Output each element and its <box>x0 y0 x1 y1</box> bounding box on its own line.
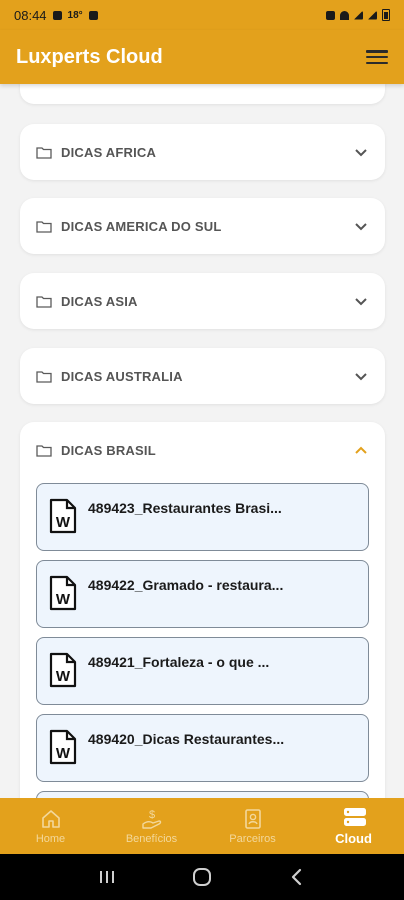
file-name: 489421_Fortaleza - o que ... <box>88 654 270 670</box>
folder-icon <box>36 444 52 457</box>
bottom-navigation: Home $ Benefícios Parceiros Cloud <box>0 798 404 854</box>
folder-label: DICAS ASIA <box>61 293 138 309</box>
word-document-icon: W <box>49 575 77 611</box>
folder-list[interactable]: DICAS AFRICA DICAS AMERICA DO SUL DICAS … <box>0 84 404 798</box>
cloud-server-icon <box>343 806 366 828</box>
file-item-partial[interactable] <box>36 791 369 798</box>
app-title: Luxperts Cloud <box>16 45 163 68</box>
file-name: 489423_Restaurantes Brasi... <box>88 500 282 516</box>
chevron-down-icon[interactable] <box>353 218 369 234</box>
nav-item-cloud[interactable]: Cloud <box>303 798 404 854</box>
status-time: 08:44 <box>14 7 47 23</box>
partners-icon <box>242 808 264 830</box>
folder-header[interactable]: DICAS AMERICA DO SUL <box>20 198 385 254</box>
signal-icon-2 <box>368 10 377 20</box>
folder-card-asia[interactable]: DICAS ASIA <box>20 273 385 329</box>
folder-label: DICAS AFRICA <box>61 144 157 160</box>
folder-card-australia[interactable]: DICAS AUSTRALIA <box>20 348 385 404</box>
status-temperature: 18° <box>67 9 83 21</box>
folder-header[interactable]: DICAS ASIA <box>20 273 385 329</box>
chevron-down-icon[interactable] <box>353 144 369 160</box>
alarm-icon <box>326 10 335 20</box>
file-item[interactable]: W 489421_Fortaleza - o que ... <box>36 637 369 705</box>
nav-item-home[interactable]: Home <box>0 798 101 854</box>
status-bar: 08:44 18° <box>0 0 404 30</box>
wifi-icon <box>340 10 349 20</box>
notification-icon <box>52 10 62 20</box>
nav-item-parceiros[interactable]: Parceiros <box>202 798 303 854</box>
folder-icon <box>36 146 52 159</box>
system-navigation-bar <box>0 854 404 900</box>
recent-apps-icon[interactable] <box>95 865 119 889</box>
battery-icon <box>382 9 390 21</box>
svg-text:W: W <box>56 514 71 531</box>
folder-card-brasil[interactable]: DICAS BRASIL W 489423_Restaurantes Brasi… <box>20 422 385 798</box>
word-document-icon: W <box>49 498 77 534</box>
svg-text:W: W <box>56 591 71 608</box>
nav-label: Benefícios <box>125 832 178 845</box>
nav-label: Cloud <box>335 831 372 846</box>
folder-header[interactable]: DICAS AUSTRALIA <box>20 348 385 404</box>
hamburger-menu-icon[interactable] <box>366 48 388 66</box>
file-item[interactable]: W 489423_Restaurantes Brasi... <box>36 483 369 551</box>
nav-label: Parceiros <box>229 832 276 845</box>
folder-card-partial[interactable] <box>20 84 385 104</box>
benefits-icon: $ <box>141 808 163 830</box>
svg-text:W: W <box>56 668 71 685</box>
folder-label: DICAS AMERICA DO SUL <box>61 218 222 234</box>
chevron-down-icon[interactable] <box>353 293 369 309</box>
chevron-down-icon[interactable] <box>353 368 369 384</box>
signal-icon <box>354 10 363 20</box>
folder-card-america-do-sul[interactable]: DICAS AMERICA DO SUL <box>20 198 385 254</box>
image-icon <box>88 10 98 20</box>
svg-text:W: W <box>56 745 71 762</box>
file-name: 489420_Dicas Restaurantes... <box>88 731 285 747</box>
folder-icon <box>36 370 52 383</box>
home-icon <box>40 808 62 830</box>
file-item[interactable]: W 489422_Gramado - restaura... <box>36 560 369 628</box>
word-document-icon: W <box>49 729 77 765</box>
word-document-icon: W <box>49 652 77 688</box>
nav-item-beneficios[interactable]: $ Benefícios <box>101 798 202 854</box>
back-icon[interactable] <box>285 865 309 889</box>
app-bar: Luxperts Cloud <box>0 30 404 84</box>
file-item[interactable]: W 489420_Dicas Restaurantes... <box>36 714 369 782</box>
file-name: 489422_Gramado - restaura... <box>88 577 284 593</box>
folder-icon <box>36 220 52 233</box>
svg-text:$: $ <box>148 809 154 821</box>
nav-label: Home <box>35 832 66 845</box>
folder-header[interactable]: DICAS AFRICA <box>20 124 385 180</box>
folder-header[interactable]: DICAS BRASIL <box>20 422 385 478</box>
folder-card-africa[interactable]: DICAS AFRICA <box>20 124 385 180</box>
folder-label: DICAS BRASIL <box>61 442 156 458</box>
folder-label: DICAS AUSTRALIA <box>61 368 183 384</box>
home-button-icon[interactable] <box>190 865 214 889</box>
folder-icon <box>36 295 52 308</box>
chevron-up-icon[interactable] <box>353 442 369 458</box>
